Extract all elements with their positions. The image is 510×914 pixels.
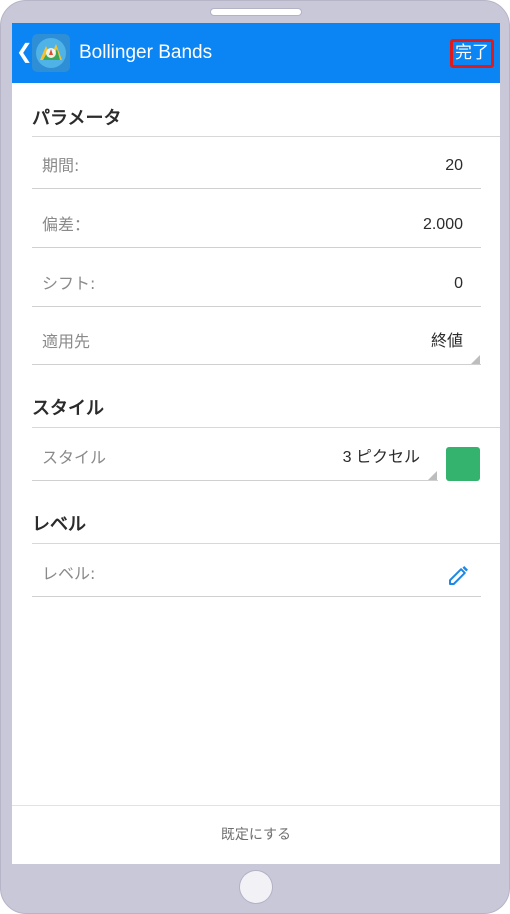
period-label: 期間: [42,156,80,175]
app-bar: ❮ Bollinger Bands 完了 [12,23,500,83]
period-field[interactable]: 期間: 20 [32,145,481,189]
phone-frame: ❮ Bollinger Bands 完了 パラメータ 期間: 20 偏差： 2.… [0,0,510,914]
line-style-label: スタイル [42,448,107,467]
home-button[interactable] [240,871,272,903]
section-divider [32,136,500,137]
dropdown-corner-icon [428,471,437,480]
levels-label: レベル: [42,564,96,583]
section-header-levels: レベル [32,514,86,535]
field-underline [32,364,481,365]
field-underline [32,480,438,481]
screen: ❮ Bollinger Bands 完了 パラメータ 期間: 20 偏差： 2.… [12,23,500,864]
dropdown-corner-icon [471,355,480,364]
period-value[interactable]: 20 [445,155,463,177]
apply-to-value: 終値 [430,333,463,350]
apply-to-label: 適用先 [42,332,91,351]
pencil-icon[interactable] [447,563,471,587]
shift-value[interactable]: 0 [454,273,463,295]
section-divider [32,543,500,544]
deviation-value[interactable]: 2.000 [423,214,463,236]
line-style-select[interactable]: スタイル 3 ピクセル [32,437,438,481]
levels-field[interactable]: レベル: [32,553,481,597]
shift-field[interactable]: シフト: 0 [32,263,481,307]
section-header-parameters: パラメータ [32,108,122,129]
field-underline [32,306,481,307]
apply-to-select[interactable]: 適用先 終値 [32,321,481,365]
chevron-left-icon[interactable]: ❮ [16,39,33,63]
metatrader-logo-icon [32,34,70,72]
done-button[interactable]: 完了 [450,39,494,68]
page-title: Bollinger Bands [79,42,213,63]
deviation-field[interactable]: 偏差： 2.000 [32,204,481,248]
section-header-style: スタイル [32,398,104,419]
line-style-value: 3 ピクセル [342,449,420,466]
field-underline [32,188,481,189]
shift-label: シフト: [42,274,96,293]
field-underline [32,247,481,248]
deviation-label: 偏差： [42,215,91,234]
reset-defaults-button[interactable]: 既定にする [12,806,500,864]
section-divider [32,427,500,428]
phone-speaker [211,9,301,15]
color-swatch[interactable] [446,447,480,481]
field-underline [32,596,481,597]
